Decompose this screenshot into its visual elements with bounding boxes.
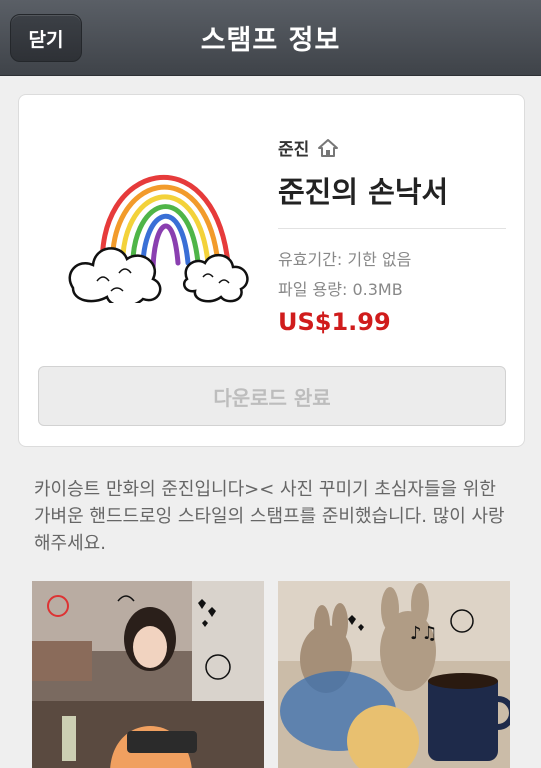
stamp-title: 준진의 손낙서 bbox=[278, 175, 449, 209]
file-size-text: 파일 용량: 0.3MB bbox=[278, 280, 403, 299]
svg-text:♪♫: ♪♫ bbox=[410, 623, 438, 644]
download-complete-button[interactable]: 다운로드 완료 bbox=[38, 366, 506, 426]
validity-text: 유효기간: 기한 없음 bbox=[278, 250, 412, 269]
author-row: 준진 bbox=[278, 135, 339, 160]
stamp-info-card: 준진 준진의 손낙서 유효기간: 기한 없음 파일 용량: 0.3MB US$1… bbox=[18, 94, 525, 447]
preview-photo-plush-coffee: ♪♫ bbox=[278, 581, 510, 768]
price-label: US$1.99 bbox=[278, 308, 391, 336]
rainbow-stamp-image bbox=[68, 174, 249, 303]
page-title: 스탬프 정보 bbox=[200, 25, 341, 56]
home-icon[interactable] bbox=[317, 138, 339, 158]
top-navigation-bar: 닫기 스탬프 정보 bbox=[0, 0, 541, 76]
stamp-description: 카이승트 만화의 준진입니다>< 사진 꾸미기 초심자들을 위한 가벼운 핸드드… bbox=[34, 479, 505, 554]
preview-photo-woman-cafe bbox=[32, 581, 264, 768]
author-name[interactable]: 준진 bbox=[278, 135, 309, 160]
divider bbox=[278, 228, 506, 229]
